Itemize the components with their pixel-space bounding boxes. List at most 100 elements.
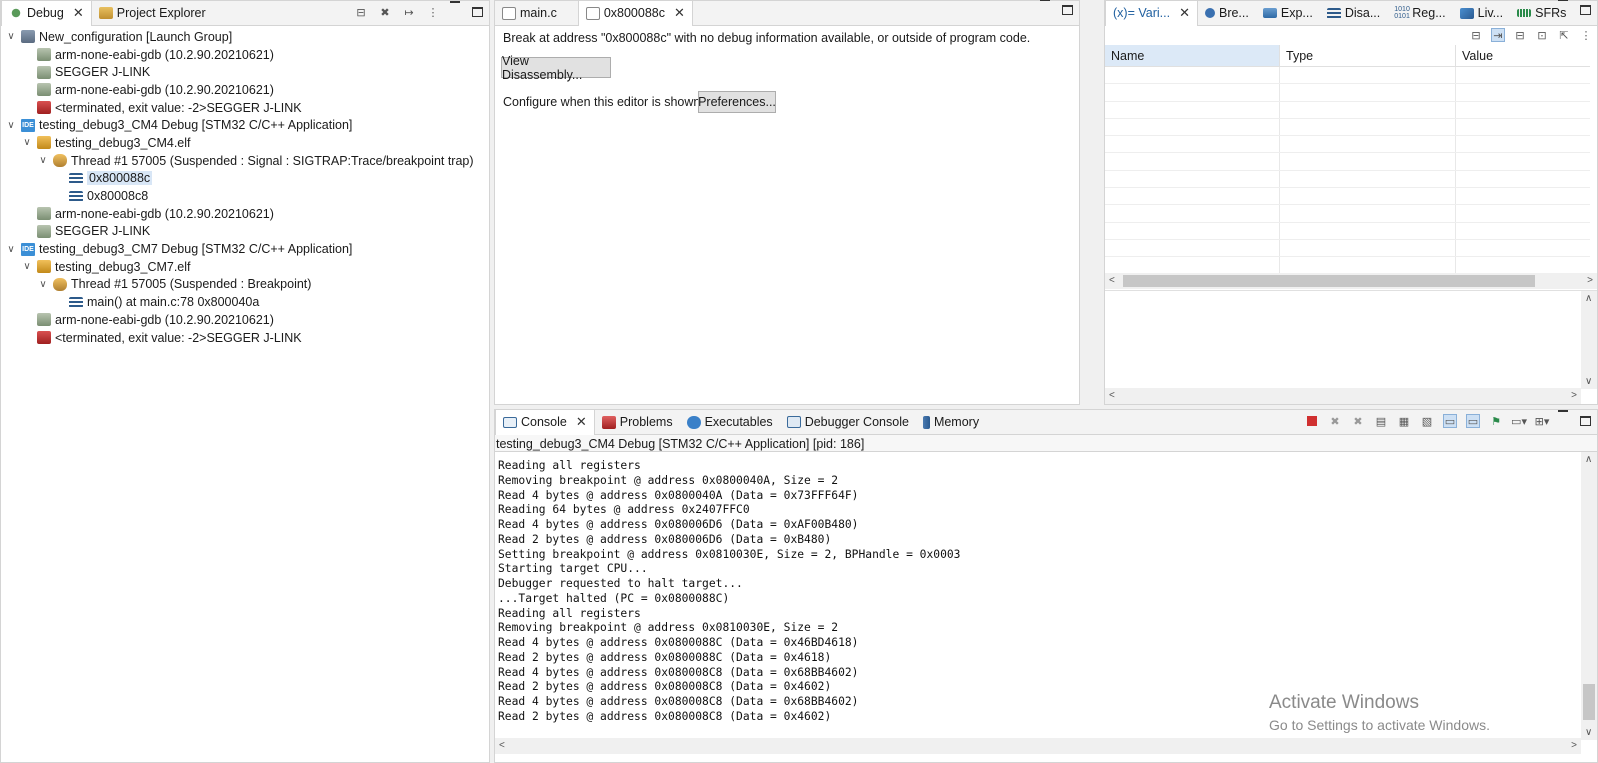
- tab-live-expressions[interactable]: Liv...: [1453, 1, 1510, 25]
- terminate-icon[interactable]: [1305, 414, 1319, 428]
- minimize-icon[interactable]: [1040, 0, 1050, 1]
- tab-breakpoints[interactable]: Bre...: [1198, 1, 1256, 25]
- pin-console-icon[interactable]: ⚑: [1489, 414, 1503, 428]
- scrollbar-thumb[interactable]: [1123, 275, 1535, 287]
- debug-tree-item[interactable]: ∨ IDE testing_debug3_CM4 Debug [STM32 C/C+…: [1, 116, 489, 134]
- variables-horizontal-scrollbar[interactable]: < >: [1105, 273, 1597, 289]
- preferences-button[interactable]: Preferences...: [698, 91, 776, 113]
- table-row[interactable]: [1105, 222, 1590, 240]
- open-console-icon[interactable]: ⊞▾: [1535, 414, 1550, 428]
- show-on-stderr-icon[interactable]: ▭: [1466, 414, 1480, 428]
- debug-tree-item[interactable]: <terminated, exit value: -2>SEGGER J-LIN…: [1, 329, 489, 347]
- remove-terminated-icon[interactable]: ✖: [378, 5, 392, 19]
- console-horizontal-scrollbar[interactable]: < >: [495, 738, 1581, 754]
- scroll-up-icon[interactable]: ∧: [1585, 454, 1592, 465]
- column-name[interactable]: Name: [1105, 45, 1280, 66]
- scroll-lock-icon[interactable]: ▦: [1397, 414, 1411, 428]
- tab-disassembly-address[interactable]: 0x800088c ✕: [577, 0, 693, 26]
- expand-toggle-icon[interactable]: ∨: [37, 279, 49, 290]
- table-row[interactable]: [1105, 239, 1590, 258]
- minimize-icon[interactable]: [450, 1, 460, 3]
- remove-all-terminated-icon[interactable]: ✖: [1351, 414, 1365, 428]
- debug-tree-item[interactable]: ∨ Thread #1 57005 (Suspended : Signal : S…: [1, 152, 489, 170]
- table-row[interactable]: [1105, 101, 1590, 119]
- maximize-icon[interactable]: [1580, 5, 1591, 15]
- tab-disassembly[interactable]: Disa...: [1320, 1, 1387, 25]
- scroll-down-icon[interactable]: ∨: [1585, 376, 1592, 387]
- scrollbar-thumb[interactable]: [1583, 684, 1595, 720]
- tab-registers[interactable]: 1010 0101 Reg...: [1387, 1, 1452, 25]
- table-row[interactable]: [1105, 84, 1590, 102]
- close-icon[interactable]: ✕: [576, 414, 587, 430]
- details-vertical-scrollbar[interactable]: ∧ ∨: [1581, 291, 1597, 389]
- console-vertical-scrollbar[interactable]: ∧ ∨: [1581, 452, 1597, 740]
- debug-tree-item[interactable]: ∨ testing_debug3_CM7.elf: [1, 258, 489, 276]
- collapse-all-icon[interactable]: ⊟: [354, 5, 368, 19]
- expand-toggle-icon[interactable]: ∨: [21, 261, 33, 272]
- expand-toggle-icon[interactable]: ∨: [5, 31, 17, 42]
- display-selected-console-icon[interactable]: ▭▾: [1511, 414, 1527, 428]
- remove-launch-icon[interactable]: ✖: [1328, 414, 1342, 428]
- minimize-icon[interactable]: [1558, 410, 1568, 412]
- minimize-icon[interactable]: [1558, 0, 1568, 1]
- debug-tree-item[interactable]: SEGGER J-LINK: [1, 63, 489, 81]
- console-output[interactable]: Reading all registers Removing breakpoint…: [498, 459, 961, 725]
- tab-expressions[interactable]: Exp...: [1256, 1, 1320, 25]
- scroll-down-icon[interactable]: ∨: [1585, 727, 1592, 738]
- view-disassembly-button[interactable]: View Disassembly...: [501, 54, 611, 82]
- word-wrap-icon[interactable]: ▧: [1420, 414, 1434, 428]
- tab-variables[interactable]: (x)= Vari... ✕: [1105, 0, 1198, 26]
- debug-tree-item[interactable]: main() at main.c:78 0x800040a: [1, 293, 489, 311]
- scroll-left-icon[interactable]: <: [1109, 275, 1115, 286]
- debug-tree-item[interactable]: ∨ New_configuration [Launch Group]: [1, 28, 489, 46]
- maximize-icon[interactable]: [1062, 5, 1073, 15]
- tab-debugger-console[interactable]: Debugger Console: [780, 410, 916, 434]
- scroll-right-icon[interactable]: >: [1587, 275, 1593, 286]
- tab-memory[interactable]: Memory: [916, 410, 986, 434]
- view-menu-icon[interactable]: ⋮: [1579, 28, 1593, 42]
- table-row[interactable]: [1105, 153, 1590, 171]
- close-icon[interactable]: ✕: [73, 5, 84, 21]
- debug-tree-item[interactable]: <terminated, exit value: -2>SEGGER J-LIN…: [1, 99, 489, 117]
- debug-tree-item[interactable]: arm-none-eabi-gdb (10.2.90.20210621): [1, 46, 489, 64]
- table-row[interactable]: [1105, 170, 1590, 189]
- scroll-up-icon[interactable]: ∧: [1585, 293, 1592, 304]
- table-row[interactable]: [1105, 188, 1590, 206]
- tab-project-explorer[interactable]: Project Explorer: [92, 1, 213, 25]
- expand-toggle-icon[interactable]: ∨: [37, 155, 49, 166]
- table-row[interactable]: [1105, 205, 1590, 223]
- tab-console[interactable]: Console ✕: [495, 409, 595, 435]
- open-in-new-icon[interactable]: ⇱: [1557, 28, 1571, 42]
- close-icon[interactable]: ✕: [674, 5, 685, 21]
- maximize-icon[interactable]: [472, 7, 483, 17]
- expand-toggle-icon[interactable]: ∨: [5, 120, 17, 131]
- clear-console-icon[interactable]: ▤: [1374, 414, 1388, 428]
- expand-toggle-icon[interactable]: ∨: [21, 137, 33, 148]
- expand-toggle-icon[interactable]: ∨: [5, 244, 17, 255]
- show-type-names-icon[interactable]: ⇥: [1491, 28, 1505, 42]
- column-type[interactable]: Type: [1280, 45, 1456, 66]
- tab-problems[interactable]: Problems: [595, 410, 680, 434]
- table-row[interactable]: [1105, 257, 1590, 275]
- close-icon[interactable]: ✕: [1179, 5, 1190, 21]
- debug-tree-item[interactable]: 0x80008c8: [1, 187, 489, 205]
- table-row[interactable]: [1105, 67, 1590, 85]
- scroll-left-icon[interactable]: <: [499, 740, 505, 751]
- new-view-icon[interactable]: ⊡: [1535, 28, 1549, 42]
- debug-tree-item[interactable]: ∨ Thread #1 57005 (Suspended : Breakpoint…: [1, 276, 489, 294]
- view-menu-icon[interactable]: ⋮: [426, 5, 440, 19]
- maximize-icon[interactable]: [1580, 416, 1591, 426]
- tab-main-c[interactable]: main.c: [495, 1, 564, 25]
- show-on-stdout-icon[interactable]: ▭: [1443, 414, 1457, 428]
- debug-tree-item[interactable]: 0x800088c: [1, 170, 489, 188]
- tab-debug[interactable]: Debug ✕: [1, 0, 92, 26]
- column-value[interactable]: Value: [1456, 45, 1590, 66]
- scroll-right-icon[interactable]: >: [1571, 740, 1577, 751]
- step-into-filter-icon[interactable]: ↦: [402, 5, 416, 19]
- debug-tree-item[interactable]: arm-none-eabi-gdb (10.2.90.20210621): [1, 311, 489, 329]
- debug-tree-item[interactable]: SEGGER J-LINK: [1, 223, 489, 241]
- debug-tree-item[interactable]: arm-none-eabi-gdb (10.2.90.20210621): [1, 205, 489, 223]
- debug-tree-item[interactable]: arm-none-eabi-gdb (10.2.90.20210621): [1, 81, 489, 99]
- debug-tree-item[interactable]: ∨ testing_debug3_CM4.elf: [1, 134, 489, 152]
- table-row[interactable]: [1105, 136, 1590, 154]
